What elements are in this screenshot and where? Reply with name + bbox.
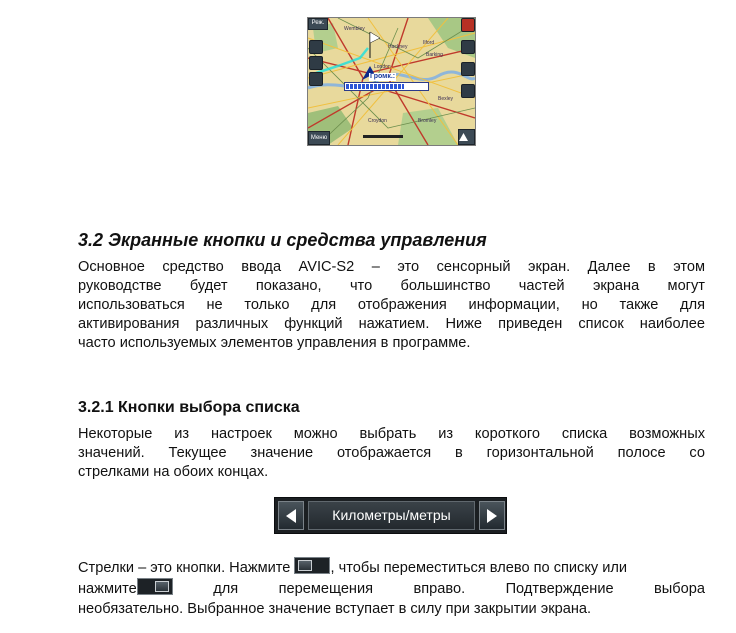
inline-prev-button-image xyxy=(294,557,331,574)
triangle-up-icon xyxy=(459,133,468,141)
map-place-label: Bexley xyxy=(438,96,454,102)
inline-next-button-image xyxy=(136,578,173,595)
menu-button[interactable]: Меню xyxy=(308,131,330,145)
compass-icon[interactable] xyxy=(461,18,475,32)
paragraph-line: Основное средство ввода AVIC-S2 – это се… xyxy=(78,259,705,275)
volume-slider[interactable] xyxy=(344,82,429,91)
gps-icon[interactable] xyxy=(461,40,475,54)
text-fragment: Стрелки – это кнопки. Нажмите xyxy=(78,560,291,576)
zoom-out-icon[interactable] xyxy=(309,56,323,70)
list-selector: Километры/метры xyxy=(274,497,507,534)
subsection-paragraph: Некоторые из настроек можно выбрать из к… xyxy=(78,425,705,482)
map-place-label: Bromley xyxy=(418,118,437,124)
volume-fill xyxy=(346,84,404,89)
tilt-icon[interactable] xyxy=(461,62,475,76)
triangle-left-icon xyxy=(286,509,296,523)
map-place-label: Croydon xyxy=(368,118,387,124)
triangle-left-icon xyxy=(298,560,313,571)
zoom-in-icon[interactable] xyxy=(309,40,323,54)
paragraph-line: значений. Текущее значение отображается … xyxy=(78,445,705,461)
paragraph-line: необязательно. Выбранное значение вступа… xyxy=(78,601,592,617)
layers-icon[interactable] xyxy=(461,84,475,98)
paragraph-line: использоваться не только для отображения… xyxy=(78,297,705,313)
mode-button[interactable]: Реж. xyxy=(308,18,328,30)
paragraph-line: стрелками на обоих концах. xyxy=(78,464,269,480)
map-place-label: London xyxy=(374,64,391,70)
map-place-label: Hackney xyxy=(388,44,408,50)
volume-label: Громк.: xyxy=(369,73,397,81)
rotate-icon[interactable] xyxy=(309,72,323,86)
selector-prev-button[interactable] xyxy=(278,501,304,530)
triangle-right-icon xyxy=(154,581,169,592)
selector-value: Километры/метры xyxy=(308,501,475,530)
triangle-right-icon xyxy=(487,509,497,523)
subsection-heading: 3.2.1 Кнопки выбора списка xyxy=(78,399,300,416)
arrows-paragraph: Стрелки – это кнопки. Нажмите , чтобы пе… xyxy=(78,557,705,619)
text-fragment: нажмите xyxy=(78,581,137,597)
text-fragment: , чтобы переместиться влево по списку ил… xyxy=(330,560,628,576)
text-fragment: для перемещения вправо. Подтверждение вы… xyxy=(213,581,705,597)
section-heading: 3.2 Экранные кнопки и средства управлени… xyxy=(78,230,487,250)
selector-next-button[interactable] xyxy=(479,501,505,530)
map-place-label: Ilford xyxy=(423,40,435,46)
paragraph-line: активирования различных функций нажатием… xyxy=(78,316,705,332)
paragraph-line: часто используемых элементов управления … xyxy=(78,335,471,351)
paragraph-line: нажмите для перемещения вправо. Подтверж… xyxy=(78,578,705,599)
paragraph-line: Стрелки – это кнопки. Нажмите , чтобы пе… xyxy=(78,557,705,578)
map-place-label: Barking xyxy=(426,52,443,58)
scroll-up-button[interactable] xyxy=(458,129,475,145)
paragraph-line: руководстве будет показано, что большинс… xyxy=(78,278,705,294)
paragraph-line: Некоторые из настроек можно выбрать из к… xyxy=(78,426,705,442)
section-paragraph: Основное средство ввода AVIC-S2 – это се… xyxy=(78,258,705,353)
map-place-label: Wembley xyxy=(344,26,365,32)
